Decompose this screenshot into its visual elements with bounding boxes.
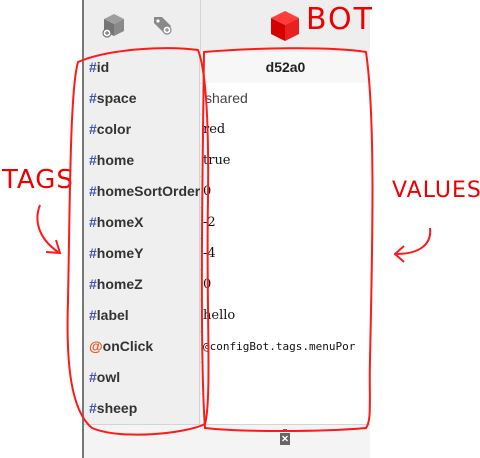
sheet-footer — [84, 425, 370, 458]
tag-value-homeX[interactable]: -2 — [201, 207, 370, 238]
tag-label: color — [96, 121, 132, 137]
tag-value-homeSortOrder[interactable]: 0 — [201, 176, 370, 207]
tag-prefix: # — [89, 276, 97, 292]
tag-label: homeX — [96, 214, 144, 230]
tag-name-onClick[interactable]: @onClick — [84, 331, 200, 362]
annotation-values: VALUES — [392, 178, 480, 203]
tag-prefix: # — [89, 183, 97, 199]
tag-prefix: # — [89, 59, 97, 75]
tag-label: home — [96, 152, 135, 168]
tag-name-owl[interactable]: #owl — [84, 362, 200, 393]
tag-value-onClick[interactable]: @configBot.tags.menuPor — [201, 331, 370, 362]
tag-name-homeX[interactable]: #homeX — [84, 207, 200, 238]
tag-name-homeY[interactable]: #homeY — [84, 238, 200, 269]
tag-label: id — [96, 59, 110, 75]
red-cube-icon[interactable] — [268, 9, 302, 43]
tag-prefix: # — [89, 400, 97, 416]
annotation-tags: TAGS — [2, 165, 74, 195]
tag-value-homeZ[interactable]: 0 — [201, 269, 370, 300]
tag-label: onClick — [102, 338, 154, 354]
tag-name-sheep[interactable]: #sheep — [84, 393, 200, 424]
tag-label: homeY — [96, 245, 144, 261]
tag-row-owl: #owl — [84, 362, 370, 394]
tag-prefix: @ — [89, 338, 103, 354]
tag-prefix: # — [89, 121, 97, 137]
tag-name-label[interactable]: #label — [84, 300, 200, 331]
tag-value-color[interactable]: red — [201, 114, 370, 145]
tag-value-label[interactable]: hello — [201, 300, 370, 331]
tag-add-icon[interactable] — [152, 14, 174, 36]
tag-value-home[interactable]: true — [201, 145, 370, 176]
tag-row-homeY: #homeY -4 — [84, 238, 370, 270]
tag-prefix: # — [89, 307, 97, 323]
header-tools — [84, 0, 201, 52]
tag-row-sheep: #sheep — [84, 393, 370, 425]
sheet-table: #id d52a0 #space shared #color red #home true #h… — [84, 0, 370, 458]
tag-prefix: # — [89, 152, 97, 168]
right-margin — [370, 0, 480, 458]
tag-prefix: # — [89, 90, 97, 106]
tag-row-homeSortOrder: #homeSortOrder 0 — [84, 176, 370, 208]
tag-row-color: #color red — [84, 114, 370, 146]
tag-prefix: # — [89, 369, 97, 385]
cube-add-icon[interactable] — [102, 12, 126, 38]
tag-prefix: # — [89, 214, 97, 230]
tag-row-space: #space shared — [84, 83, 370, 115]
tag-value-space[interactable]: shared — [201, 83, 370, 114]
tag-name-color[interactable]: #color — [84, 114, 200, 145]
tag-prefix: # — [89, 245, 97, 261]
tag-label: owl — [96, 369, 121, 385]
annotation-bot: BOT — [306, 2, 374, 37]
tag-label: sheep — [96, 400, 138, 416]
tag-value-id[interactable]: d52a0 — [201, 52, 370, 83]
tag-row-id: #id d52a0 — [84, 52, 370, 84]
tag-label: homeSortOrder — [96, 183, 201, 199]
tag-name-homeZ[interactable]: #homeZ — [84, 269, 200, 300]
trash-icon[interactable] — [278, 429, 292, 446]
tag-label: homeZ — [96, 276, 143, 292]
tag-row-label: #label hello — [84, 300, 370, 332]
tag-value-sheep[interactable] — [201, 393, 370, 424]
tag-name-id[interactable]: #id — [84, 52, 200, 83]
tag-row-homeZ: #homeZ 0 — [84, 269, 370, 301]
tag-name-homeSortOrder[interactable]: #homeSortOrder — [84, 176, 200, 207]
tag-row-homeX: #homeX -2 — [84, 207, 370, 239]
tag-value-homeY[interactable]: -4 — [201, 238, 370, 269]
tag-label: label — [96, 307, 129, 323]
tag-label: space — [96, 90, 137, 106]
tag-value-owl[interactable] — [201, 362, 370, 393]
tag-name-home[interactable]: #home — [84, 145, 200, 176]
tag-row-home: #home true — [84, 145, 370, 177]
tag-row-onClick: @onClick @configBot.tags.menuPor — [84, 331, 370, 363]
tag-name-space[interactable]: #space — [84, 83, 200, 114]
left-panel — [0, 0, 82, 458]
